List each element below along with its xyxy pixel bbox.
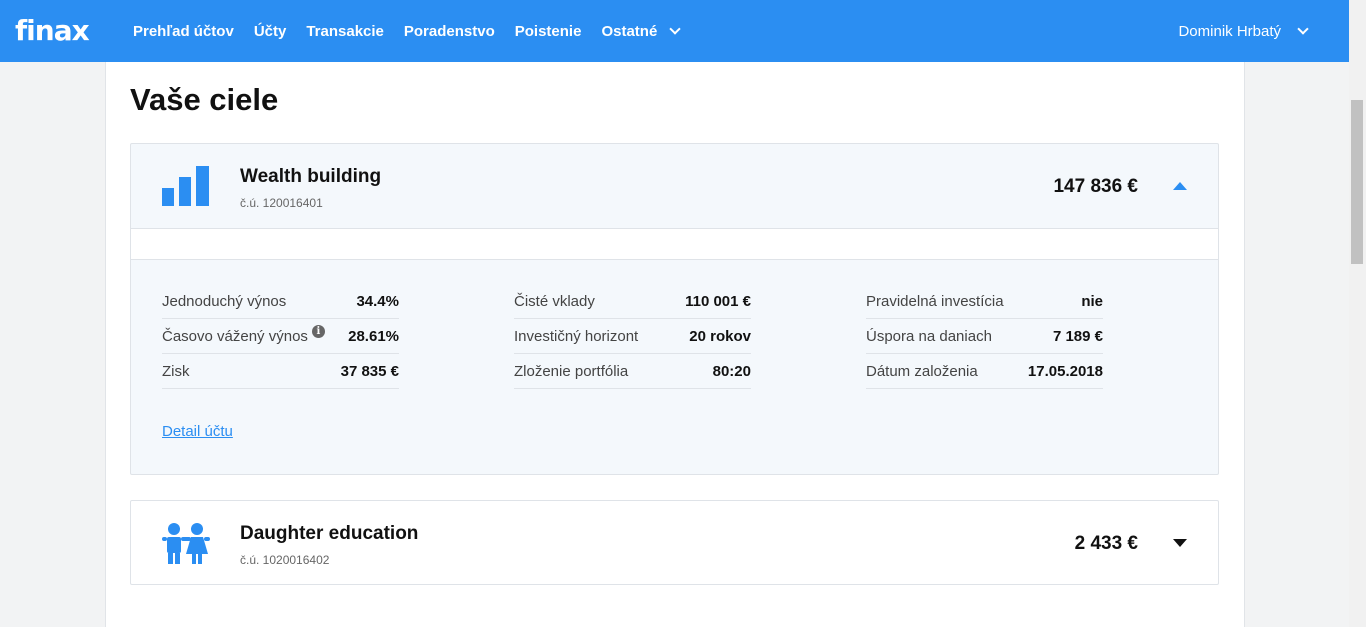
stat-label: Dátum založenia: [866, 362, 978, 380]
goal-name: Wealth building: [240, 166, 382, 187]
finax-logo[interactable]: finax: [15, 14, 90, 47]
stat-label: Investičný horizont: [514, 327, 639, 345]
nav-item-other-dropdown[interactable]: Ostatné: [601, 22, 681, 40]
main-nav: Prehľad účtov Účty Transakcie Poradenstv…: [133, 0, 699, 62]
stats-column-2: Čisté vklady 110 001 € Investičný horizo…: [514, 284, 751, 389]
stat-value: nie: [1081, 292, 1103, 310]
account-detail-link[interactable]: Detail účtu: [162, 423, 233, 440]
stat-value: 34.4%: [356, 292, 399, 310]
stat-value: 7 189 €: [1052, 327, 1103, 345]
goal-divider-strip: [131, 228, 1218, 260]
expand-caret-icon[interactable]: [1173, 539, 1187, 547]
stat-label: Úspora na daniach: [866, 327, 992, 345]
stat-row: Čisté vklady 110 001 €: [514, 284, 751, 319]
goal-card-daughter-education: Daughter education č.ú. 1020016402 2 433…: [130, 500, 1219, 585]
user-menu[interactable]: Dominik Hrbatý: [1178, 0, 1309, 62]
stat-label: Pravidelná investícia: [866, 292, 1004, 310]
stat-label-text: Časovo vážený výnos: [162, 327, 308, 345]
main-content: Vaše ciele Wealth building č.ú. 12001640…: [105, 62, 1245, 627]
user-name: Dominik Hrbatý: [1178, 22, 1281, 40]
nav-item-accounts[interactable]: Účty: [254, 23, 287, 40]
nav-item-transactions[interactable]: Transakcie: [306, 23, 384, 40]
stat-label: Zloženie portfólia: [514, 362, 629, 380]
nav-item-advisory[interactable]: Poradenstvo: [404, 23, 495, 40]
nav-other-label: Ostatné: [601, 22, 658, 40]
nav-item-insurance[interactable]: Poistenie: [515, 23, 582, 40]
stat-row: Zisk 37 835 €: [162, 354, 399, 389]
goal-header[interactable]: Daughter education č.ú. 1020016402 2 433…: [131, 501, 1218, 585]
bar-chart-icon: [162, 166, 209, 206]
chevron-down-icon: [669, 22, 681, 35]
goal-amount: 2 433 €: [1074, 533, 1138, 554]
stat-row: Jednoduchý výnos 34.4%: [162, 284, 399, 319]
stat-label: Čisté vklady: [514, 292, 595, 310]
goal-name: Daughter education: [240, 523, 419, 544]
stat-value: 17.05.2018: [1027, 362, 1103, 380]
nav-item-accounts-overview[interactable]: Prehľad účtov: [133, 23, 234, 40]
stat-value: 110 001 €: [685, 292, 751, 310]
page-scrollbar[interactable]: [1349, 0, 1366, 627]
stat-label: Zisk: [162, 362, 190, 380]
stat-label: Jednoduchý výnos: [162, 292, 287, 310]
stat-row: Časovo vážený výnos i 28.61%: [162, 319, 399, 354]
goal-header[interactable]: Wealth building č.ú. 120016401 147 836 €: [131, 144, 1218, 228]
stats-column-3: Pravidelná investícia nie Úspora na dani…: [866, 284, 1103, 389]
scrollbar-thumb[interactable]: [1351, 100, 1363, 264]
goal-card-wealth-building: Wealth building č.ú. 120016401 147 836 €…: [130, 143, 1219, 475]
stat-value: 28.61%: [348, 327, 399, 345]
stat-row: Dátum založenia 17.05.2018: [866, 354, 1103, 389]
stat-value: 80:20: [712, 362, 751, 380]
stat-value: 20 rokov: [689, 327, 751, 345]
stat-row: Pravidelná investícia nie: [866, 284, 1103, 319]
chevron-down-icon: [1297, 22, 1309, 35]
goal-amount: 147 836 €: [1053, 176, 1138, 197]
goal-account-number: č.ú. 120016401: [240, 196, 323, 210]
stat-row: Úspora na daniach 7 189 €: [866, 319, 1103, 354]
page-title: Vaše ciele: [130, 82, 279, 117]
stat-row: Investičný horizont 20 rokov: [514, 319, 751, 354]
info-icon[interactable]: i: [311, 324, 325, 338]
stat-row: Zloženie portfólia 80:20: [514, 354, 751, 389]
collapse-caret-icon[interactable]: [1173, 182, 1187, 190]
stat-label-with-info: Časovo vážený výnos i: [162, 324, 325, 345]
goal-account-number: č.ú. 1020016402: [240, 553, 330, 567]
children-icon: [162, 523, 210, 564]
stats-column-1: Jednoduchý výnos 34.4% Časovo vážený výn…: [162, 284, 399, 389]
stat-value: 37 835 €: [340, 362, 399, 380]
top-navigation-bar: finax Prehľad účtov Účty Transakcie Pora…: [0, 0, 1349, 62]
